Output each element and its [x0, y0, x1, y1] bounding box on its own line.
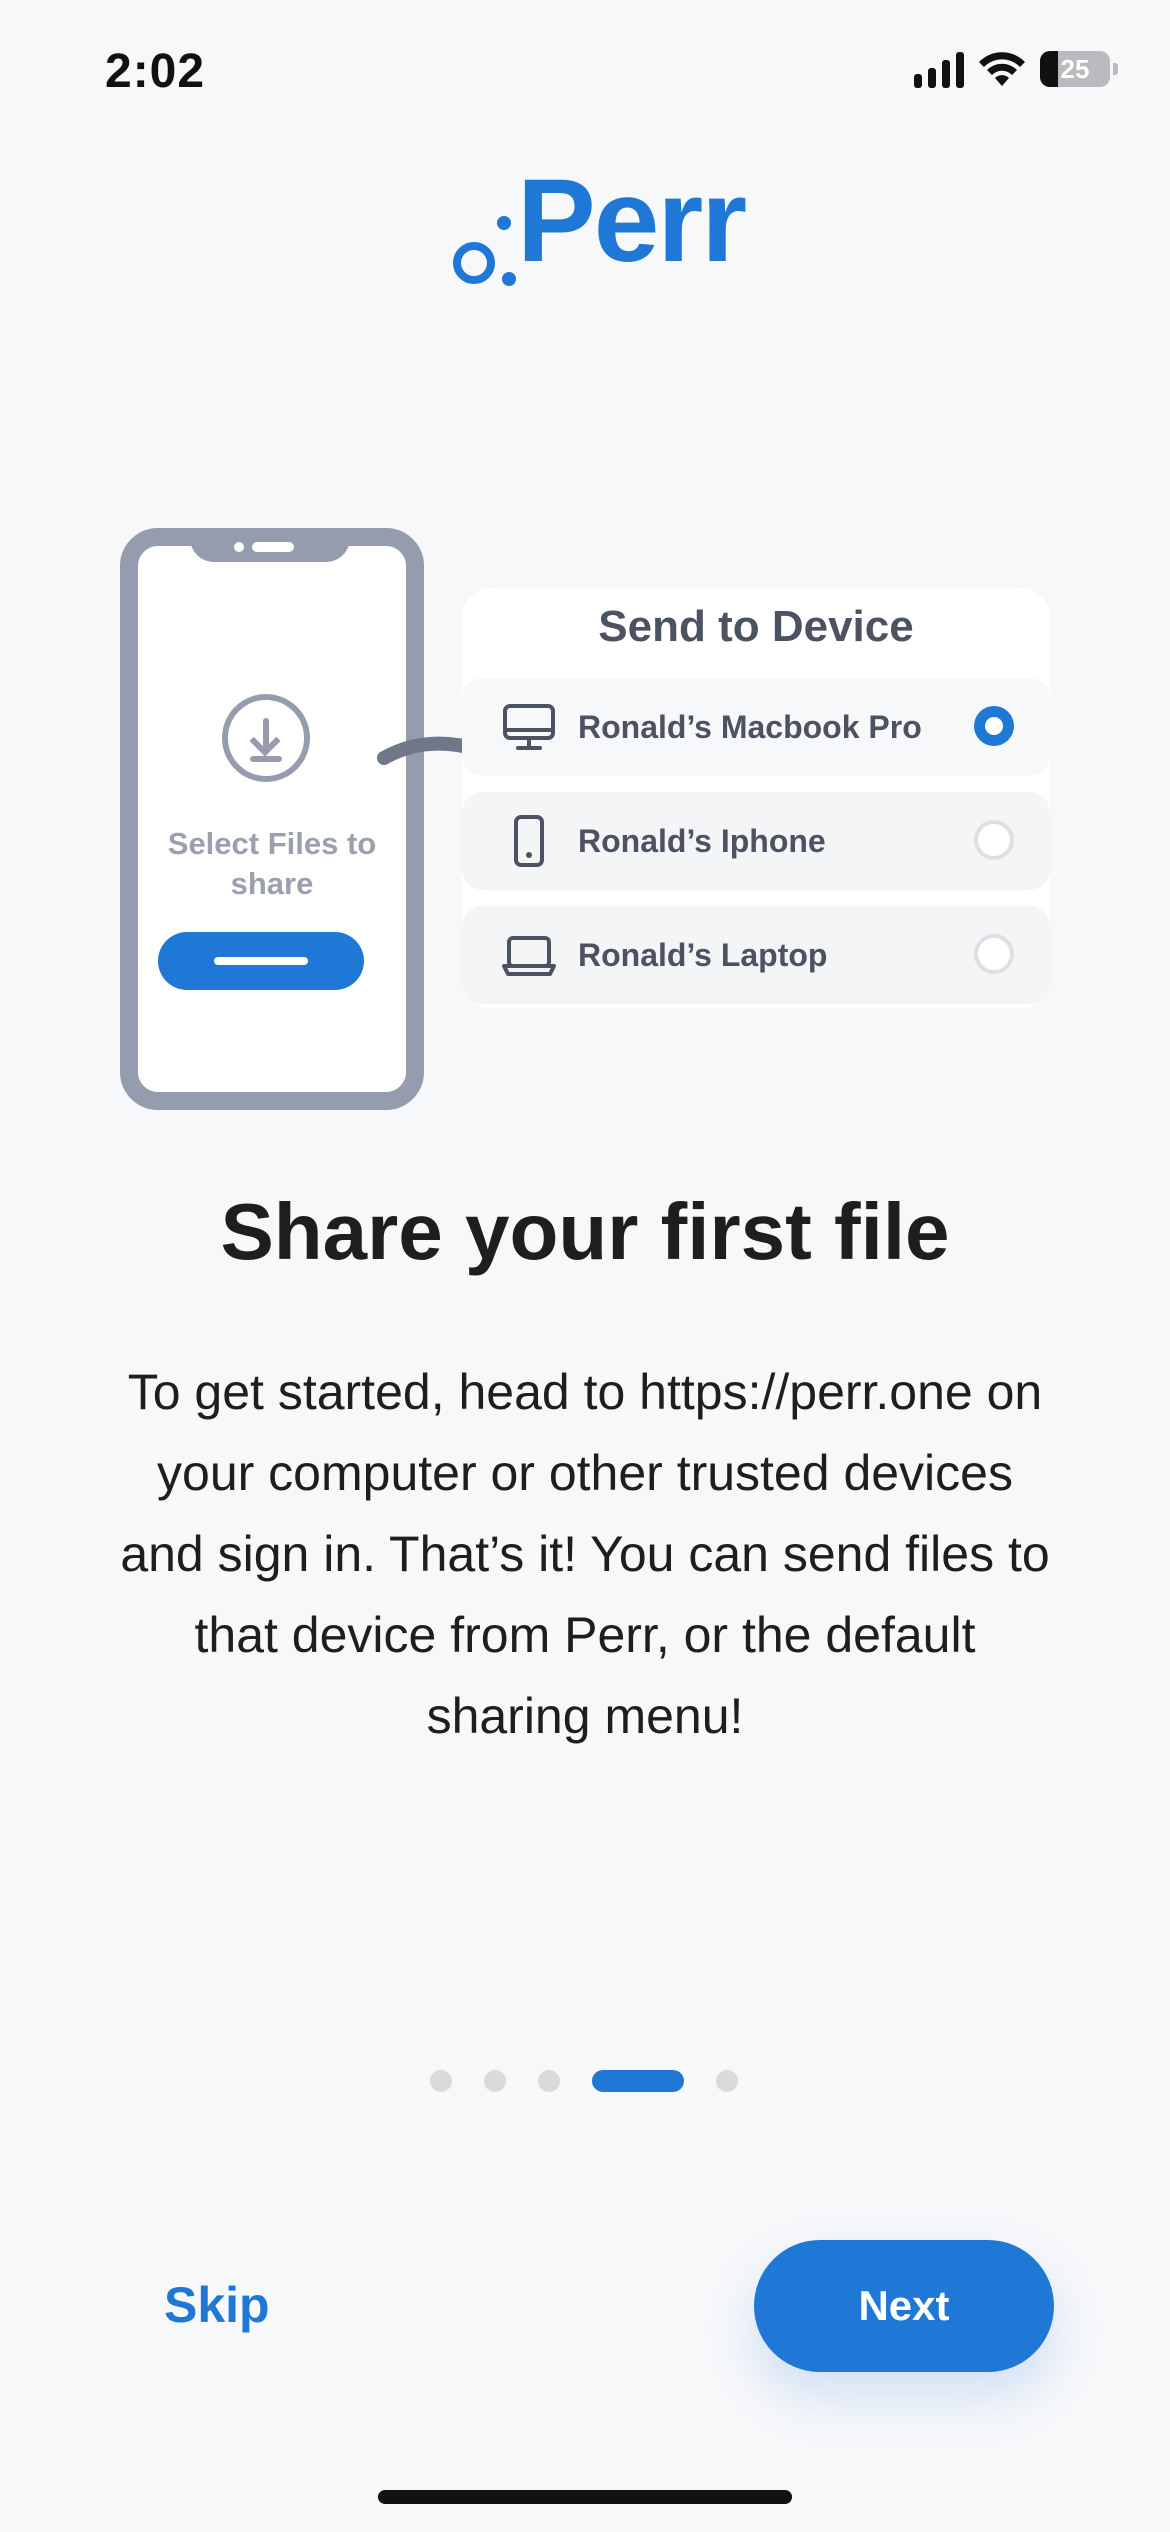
- home-indicator[interactable]: [378, 2490, 792, 2504]
- illustration-phone: Select Files to share: [120, 528, 424, 1110]
- app-logo: Perr: [447, 162, 747, 296]
- download-icon: [222, 694, 310, 782]
- phone-label: Select Files to share: [167, 826, 377, 901]
- device-radio: [974, 934, 1014, 974]
- laptop-icon: [502, 936, 556, 976]
- device-name: Ronald’s Iphone: [578, 822, 826, 859]
- status-time: 2:02: [105, 45, 206, 98]
- page-dot: [538, 2070, 560, 2092]
- device-row-macbook: Ronald’s Macbook Pro: [462, 678, 1050, 776]
- battery-level: 25: [1060, 53, 1090, 84]
- onboarding-headline: Share your first file: [220, 1187, 950, 1276]
- illustration-phone-button: [158, 932, 364, 990]
- desktop-icon: [503, 704, 555, 750]
- page-dot: [430, 2070, 452, 2092]
- device-name: Ronald’s Macbook Pro: [578, 708, 922, 745]
- next-button[interactable]: Next: [754, 2240, 1054, 2372]
- device-name: Ronald’s Laptop: [578, 936, 828, 973]
- device-radio: [974, 820, 1014, 860]
- device-radio-selected: [974, 706, 1014, 746]
- status-icons: 25: [914, 50, 1118, 88]
- wifi-icon: [979, 52, 1025, 86]
- device-row-iphone: Ronald’s Iphone: [462, 792, 1050, 890]
- onboarding-body: To get started, head to https://perr.one…: [120, 1364, 1050, 1744]
- send-to-device-card: Send to Device Ronald’s Macbook Pro Rona…: [462, 588, 1050, 1008]
- page-indicator: [430, 2070, 738, 2092]
- cellular-signal-icon: [914, 50, 964, 88]
- battery-icon: 25: [1040, 51, 1118, 87]
- logo-text: Perr: [517, 155, 747, 287]
- page-dot: [716, 2070, 738, 2092]
- status-bar: 2:02 25: [0, 0, 1170, 150]
- skip-button[interactable]: Skip: [164, 2276, 270, 2334]
- phone-icon: [514, 815, 544, 867]
- device-row-laptop: Ronald’s Laptop: [462, 906, 1050, 1004]
- page-dot: [484, 2070, 506, 2092]
- page-dot-active: [592, 2070, 684, 2092]
- card-title: Send to Device: [598, 602, 914, 651]
